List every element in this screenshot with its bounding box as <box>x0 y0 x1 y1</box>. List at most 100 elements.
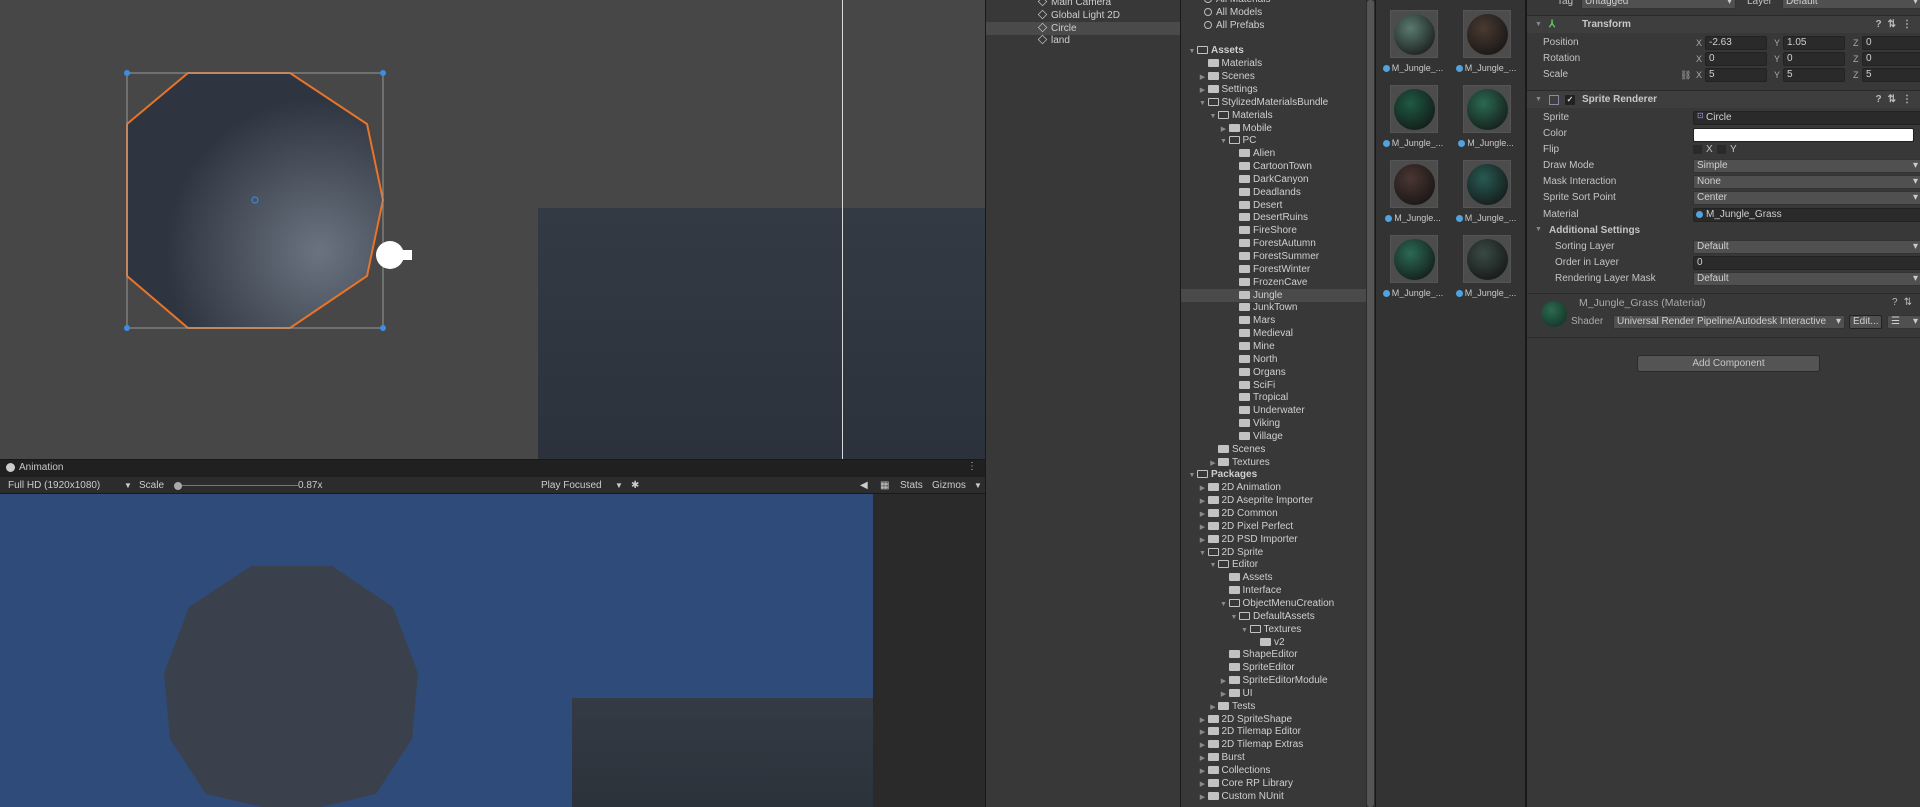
stats-button[interactable]: Stats <box>900 477 923 494</box>
project-tree-item[interactable]: ▶ Custom NUnit <box>1181 790 1366 803</box>
shader-dropdown[interactable]: Universal Render Pipeline/Autodesk Inter… <box>1613 315 1845 329</box>
component-menu-icons[interactable]: ?⇅⋮ <box>1876 91 1919 109</box>
project-tree-item[interactable]: ▶ Scenes <box>1181 70 1366 83</box>
tag-dropdown[interactable]: Untagged <box>1581 0 1736 9</box>
transform-rotation-z-field[interactable]: 0 <box>1862 52 1920 66</box>
project-tree-item[interactable]: Deadlands <box>1181 186 1366 199</box>
project-tree-item[interactable]: ▼ Textures <box>1181 623 1366 636</box>
play-mode-dropdown[interactable]: Play Focused <box>541 477 602 494</box>
project-tree-item[interactable]: North <box>1181 353 1366 366</box>
project-tree-item[interactable]: ▶ Textures <box>1181 456 1366 469</box>
scale-slider-track[interactable] <box>178 485 298 486</box>
project-tree-item[interactable]: ▶ 2D Animation <box>1181 481 1366 494</box>
project-tree-item[interactable]: Mars <box>1181 314 1366 327</box>
transform-position-y-field[interactable]: 1.05 <box>1783 36 1845 50</box>
transform-scale-z-field[interactable]: 5 <box>1862 68 1920 82</box>
flip-x-checkbox[interactable] <box>1693 145 1702 154</box>
hierarchy-item[interactable]: land <box>986 34 1180 47</box>
enabled-checkbox[interactable]: ✓ <box>1565 95 1575 105</box>
project-tree-item[interactable]: ▶ Mobile <box>1181 122 1366 135</box>
transform-scale-y-field[interactable]: 5 <box>1783 68 1845 82</box>
project-tree-item[interactable]: ShapeEditor <box>1181 648 1366 661</box>
hierarchy-item[interactable]: Global Light 2D <box>986 9 1180 22</box>
project-tree-item[interactable]: ▶ 2D PSD Importer <box>1181 533 1366 546</box>
transform-scale-x-field[interactable]: 5 <box>1705 68 1767 82</box>
color-field[interactable] <box>1693 128 1914 142</box>
more-menu-icon[interactable]: ⋮ <box>967 461 977 472</box>
asset-thumbnail[interactable]: M_Jungle_... <box>1451 10 1521 86</box>
transform-rotation-y-field[interactable]: 0 <box>1783 52 1845 66</box>
game-view[interactable] <box>0 494 985 807</box>
asset-thumbnail[interactable]: M_Jungle_... <box>1378 10 1448 86</box>
project-tree-item[interactable]: ▶ 2D Tilemap Editor <box>1181 725 1366 738</box>
resolution-dropdown[interactable]: Full HD (1920x1080) <box>8 477 100 494</box>
transform-rotation-x-field[interactable]: 0 <box>1705 52 1767 66</box>
project-tree-item[interactable]: Scenes <box>1181 443 1366 456</box>
project-tree-item[interactable]: ForestWinter <box>1181 263 1366 276</box>
project-tree-item[interactable]: ForestAutumn <box>1181 237 1366 250</box>
sorting-layer-dropdown[interactable]: Default <box>1693 240 1920 254</box>
project-tree-item[interactable]: ▶ Core RP Library <box>1181 777 1366 790</box>
project-tree-item[interactable]: ▼ Materials <box>1181 109 1366 122</box>
edit-shader-button[interactable]: Edit... <box>1849 315 1882 329</box>
bug-icon[interactable]: ✱ <box>631 477 639 494</box>
draw-mode-dropdown[interactable]: Simple <box>1693 159 1920 173</box>
foldout-arrow-icon[interactable]: ▼ <box>1535 226 1542 233</box>
asset-thumbnail[interactable]: M_Jungle_... <box>1451 235 1521 311</box>
project-tree-item[interactable]: ▶ 2D Common <box>1181 507 1366 520</box>
project-tree-item[interactable]: ▼ ObjectMenuCreation <box>1181 597 1366 610</box>
project-tree-item[interactable]: Tropical <box>1181 391 1366 404</box>
project-tree-item[interactable]: All Prefabs <box>1181 19 1366 32</box>
project-tree-item[interactable]: ▶ Burst <box>1181 751 1366 764</box>
material-menu-icons[interactable]: ?⇅ <box>1892 297 1918 308</box>
project-tree-item[interactable]: FrozenCave <box>1181 276 1366 289</box>
collapse-arrow-icon[interactable]: ▼ <box>1535 91 1542 109</box>
project-tree-item[interactable]: Alien <box>1181 147 1366 160</box>
project-tree-item[interactable]: Materials <box>1181 57 1366 70</box>
component-menu-icons[interactable]: ?⇅⋮ <box>1876 16 1919 34</box>
asset-thumbnail[interactable]: M_Jungle... <box>1451 85 1521 161</box>
project-tree-item[interactable]: CartoonTown <box>1181 160 1366 173</box>
collapse-arrow-icon[interactable]: ▼ <box>1535 16 1542 34</box>
project-tree-item[interactable]: ▼ Editor <box>1181 558 1366 571</box>
order-in-layer-field[interactable]: 0 <box>1693 256 1920 270</box>
transform-header[interactable]: ▼ ⅄ Transform ?⇅⋮ <box>1527 15 1920 33</box>
project-tree-item[interactable]: ▼ Packages <box>1181 468 1366 481</box>
project-tree-item[interactable]: ▶ SpriteEditorModule <box>1181 674 1366 687</box>
project-tree-item[interactable]: ▶ Tests <box>1181 700 1366 713</box>
material-field[interactable]: M_Jungle_Grass <box>1693 208 1920 222</box>
sprite-renderer-header[interactable]: ▼ ✓ Sprite Renderer ?⇅⋮ <box>1527 90 1920 108</box>
asset-thumbnail[interactable]: M_Jungle... <box>1378 160 1448 236</box>
project-tree-item[interactable]: ▼ StylizedMaterialsBundle <box>1181 96 1366 109</box>
mask-interaction-dropdown[interactable]: None <box>1693 175 1920 189</box>
project-tree-item[interactable]: ▶ 2D SpriteShape <box>1181 713 1366 726</box>
project-tree-item[interactable] <box>1181 32 1366 45</box>
gizmos-chevron-icon[interactable]: ▼ <box>974 477 982 494</box>
hierarchy-item[interactable]: Circle <box>986 21 1180 35</box>
project-tree-scrollbar[interactable] <box>1366 0 1375 807</box>
flip-y-checkbox[interactable] <box>1717 145 1726 154</box>
play-mode-chevron-icon[interactable]: ▼ <box>615 477 623 494</box>
project-tree-item[interactable]: ▼ 2D Sprite <box>1181 546 1366 559</box>
project-tree-item[interactable]: ▶ 2D Pixel Perfect <box>1181 520 1366 533</box>
project-tree-item[interactable]: FireShore <box>1181 224 1366 237</box>
shader-options-button[interactable]: ☰ <box>1887 315 1920 329</box>
transform-position-z-field[interactable]: 0 <box>1862 36 1920 50</box>
project-tree-item[interactable]: v2 <box>1181 636 1366 649</box>
transform-position-x-field[interactable]: -2.63 <box>1705 36 1767 50</box>
sprite-sort-point-dropdown[interactable]: Center <box>1693 191 1920 205</box>
project-tree-item[interactable]: Jungle <box>1181 288 1366 302</box>
hierarchy-item[interactable]: Main Camera <box>986 0 1180 9</box>
project-tree-item[interactable]: ▶ 2D Tilemap Extras <box>1181 738 1366 751</box>
project-tree-item[interactable]: SciFi <box>1181 379 1366 392</box>
circle-sprite-selected[interactable] <box>0 0 985 459</box>
project-tree-item[interactable]: Organs <box>1181 366 1366 379</box>
project-tree-item[interactable]: DesertRuins <box>1181 211 1366 224</box>
gizmos-button[interactable]: Gizmos <box>932 477 966 494</box>
project-tree-item[interactable]: ▼ Assets <box>1181 44 1366 57</box>
project-tree-item[interactable]: Viking <box>1181 417 1366 430</box>
project-tree-item[interactable]: ▶ UI <box>1181 687 1366 700</box>
project-tree-item[interactable]: ▶ Settings <box>1181 83 1366 96</box>
additional-settings-foldout[interactable]: Additional Settings <box>1549 223 1640 239</box>
scale-slider-handle[interactable] <box>174 482 182 490</box>
